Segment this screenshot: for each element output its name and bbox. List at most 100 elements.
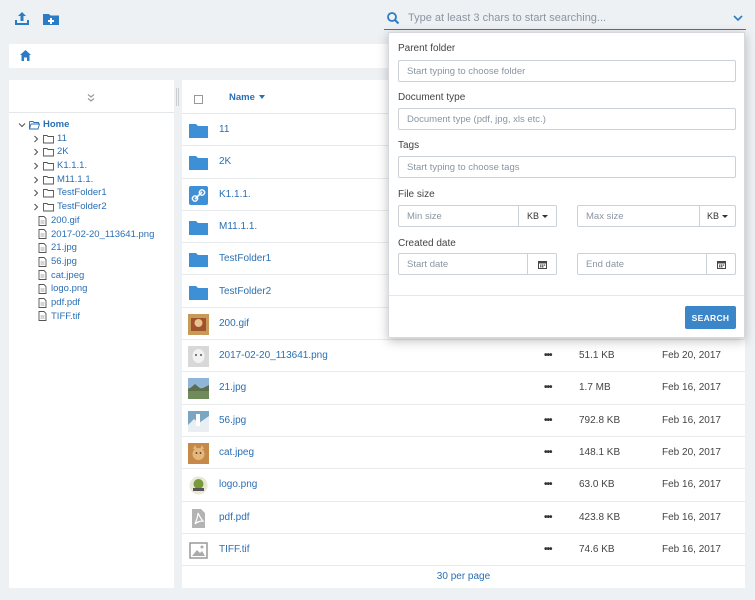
row-size: 74.6 KB [579,543,615,555]
sort-by-name[interactable]: Name [229,92,265,103]
row-name[interactable]: 21.jpg [219,382,246,393]
row-name[interactable]: 200.gif [219,318,249,329]
tree-item-home[interactable]: Home [17,118,154,132]
tree-item-file[interactable]: TIFF.tif [17,310,154,324]
folder-icon [189,220,208,235]
row-actions-menu[interactable]: ••• [544,479,552,490]
tree-item-file[interactable]: logo.png [17,282,154,296]
row-actions-menu[interactable]: ••• [544,512,552,523]
tree-list: Home 11 2K K1.1.1. M11.1.1. TestFolder1 TestFo… [17,118,154,323]
parent-folder-input[interactable] [398,60,736,82]
tree-item-file[interactable]: pdf.pdf [17,296,154,310]
row-name[interactable]: TestFolder1 [219,253,271,264]
row-actions-menu[interactable]: ••• [544,382,552,393]
image-thumbnail-icon [189,476,208,495]
row-name[interactable]: 56.jpg [219,415,246,426]
tree-item-file[interactable]: 56.jpg [17,255,154,269]
row-size: 148.1 KB [579,447,621,458]
home-icon[interactable] [19,49,32,62]
tree-item-label: Home [43,119,70,130]
table-row[interactable]: pdf.pdf ••• 423.8 KB Feb 16, 2017 [182,502,745,534]
double-chevron-down-icon[interactable] [85,92,97,104]
tags-label: Tags [398,140,420,151]
search-input[interactable] [408,9,718,27]
row-actions-menu[interactable]: ••• [544,415,552,426]
chevron-right-icon[interactable] [31,161,41,171]
row-thumbnail [188,443,209,464]
end-date-group [577,253,736,275]
chevron-right-icon[interactable] [31,188,41,198]
tree-item-label: 2K [57,146,69,158]
document-type-input[interactable] [398,108,736,130]
tree-item-folder[interactable]: TestFolder1 [17,186,154,200]
image-file-icon [189,542,208,559]
file-size-label: File size [398,189,435,200]
table-row[interactable]: 56.jpg ••• 792.8 KB Feb 16, 2017 [182,405,745,437]
per-page-selector[interactable]: 30 per page [182,571,745,582]
row-name[interactable]: pdf.pdf [219,512,250,523]
min-size-unit-dropdown[interactable]: KB [518,206,556,226]
row-thumbnail [188,217,209,238]
min-size-input[interactable] [399,206,517,226]
tree-item-folder[interactable]: K1.1.1. [17,159,154,173]
tree-item-folder[interactable]: 11 [17,132,154,146]
new-folder-icon[interactable] [42,10,60,28]
tree-item-label: 200.gif [51,214,80,226]
chevron-right-icon[interactable] [31,134,41,144]
chevron-right-icon[interactable] [31,202,41,212]
image-thumbnail-icon [188,443,209,464]
max-size-input[interactable] [578,206,696,226]
file-icon [37,270,48,281]
end-date-calendar-button[interactable] [706,254,735,274]
min-unit-label: KB [526,211,539,221]
table-row[interactable]: cat.jpeg ••• 148.1 KB Feb 20, 2017 [182,437,745,470]
chevron-down-icon[interactable] [17,120,27,130]
chevron-right-icon[interactable] [31,175,41,185]
row-name[interactable]: logo.png [219,479,257,490]
table-row[interactable]: 21.jpg ••• 1.7 MB Feb 16, 2017 [182,372,745,405]
table-row[interactable]: 2017-02-20_113641.png ••• 51.1 KB Feb 20, 2… [182,340,745,373]
table-row[interactable]: TIFF.tif ••• 74.6 KB Feb 16, 2017 [182,534,745,567]
end-date-input[interactable] [578,254,706,274]
start-date-input[interactable] [399,254,527,274]
caret-down-icon [542,214,548,218]
column-name-label: Name [229,92,255,103]
chevron-down-icon[interactable] [732,12,744,24]
tree-item-folder[interactable]: M11.1.1. [17,173,154,187]
folder-icon [43,147,54,157]
row-name[interactable]: K1.1.1. [219,189,251,200]
row-name[interactable]: 2017-02-20_113641.png [219,350,328,361]
max-size-unit-dropdown[interactable]: KB [699,206,735,226]
start-date-group [398,253,557,275]
row-actions-menu[interactable]: ••• [544,544,552,555]
row-name[interactable]: cat.jpeg [219,447,254,458]
tree-item-file[interactable]: cat.jpeg [17,269,154,283]
tree-item-label: cat.jpeg [51,269,85,281]
max-unit-label: KB [706,211,719,221]
upload-icon[interactable] [13,10,31,28]
tree-item-file[interactable]: 200.gif [17,214,154,228]
row-name[interactable]: 11 [219,124,229,135]
tree-item-file[interactable]: 21.jpg [17,241,154,255]
created-date-label: Created date [398,238,456,249]
tags-input[interactable] [398,156,736,178]
chevron-right-icon[interactable] [31,147,41,157]
tree-item-folder[interactable]: 2K [17,145,154,159]
search-button[interactable]: SEARCH [685,306,736,329]
table-row[interactable]: logo.png ••• 63.0 KB Feb 16, 2017 [182,469,745,502]
row-name[interactable]: TestFolder2 [219,286,271,297]
row-actions-menu[interactable]: ••• [544,447,552,458]
tree-item-file[interactable]: 2017-02-20_113641.png [17,228,154,242]
start-date-calendar-button[interactable] [527,254,556,274]
row-actions-menu[interactable]: ••• [544,350,552,361]
row-thumbnail [188,313,209,335]
tree-item-folder[interactable]: TestFolder2 [17,200,154,214]
file-icon [37,215,48,226]
row-date: Feb 20, 2017 [662,350,721,362]
row-name[interactable]: 2K [219,156,231,167]
splitter-handle[interactable] [176,88,179,106]
row-name[interactable]: TIFF.tif [219,544,250,555]
folder-icon [189,253,208,268]
row-name[interactable]: M11.1.1. [219,221,257,232]
select-all-checkbox[interactable] [194,95,203,104]
